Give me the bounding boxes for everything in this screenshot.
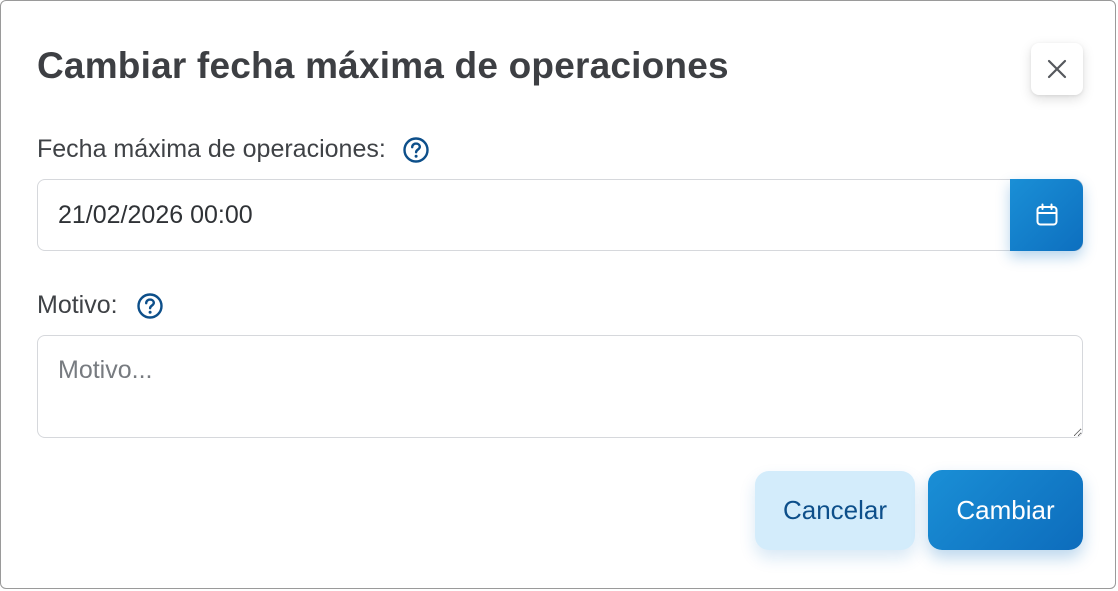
- help-circle-icon: [136, 292, 163, 319]
- date-input[interactable]: [37, 179, 1083, 251]
- date-help-button[interactable]: [402, 136, 430, 164]
- reason-textarea[interactable]: [37, 335, 1083, 438]
- change-max-date-dialog: Cambiar fecha máxima de operaciones Fech…: [0, 0, 1116, 589]
- reason-help-button[interactable]: [136, 292, 164, 320]
- date-field-label-row: Fecha máxima de operaciones:: [37, 135, 430, 164]
- date-picker: [37, 179, 1083, 251]
- calendar-button[interactable]: [1010, 179, 1083, 251]
- change-button[interactable]: Cambiar: [928, 470, 1083, 550]
- reason-field-label: Motivo:: [37, 291, 118, 319]
- help-circle-icon: [403, 136, 429, 163]
- cancel-button[interactable]: Cancelar: [755, 471, 915, 550]
- close-button[interactable]: [1031, 43, 1083, 95]
- calendar-icon: [1036, 203, 1057, 226]
- dialog-title: Cambiar fecha máxima de operaciones: [37, 45, 729, 86]
- reason-field-label-row: Motivo:: [37, 291, 164, 320]
- close-icon: [1047, 59, 1067, 79]
- date-field-label: Fecha máxima de operaciones:: [37, 135, 386, 163]
